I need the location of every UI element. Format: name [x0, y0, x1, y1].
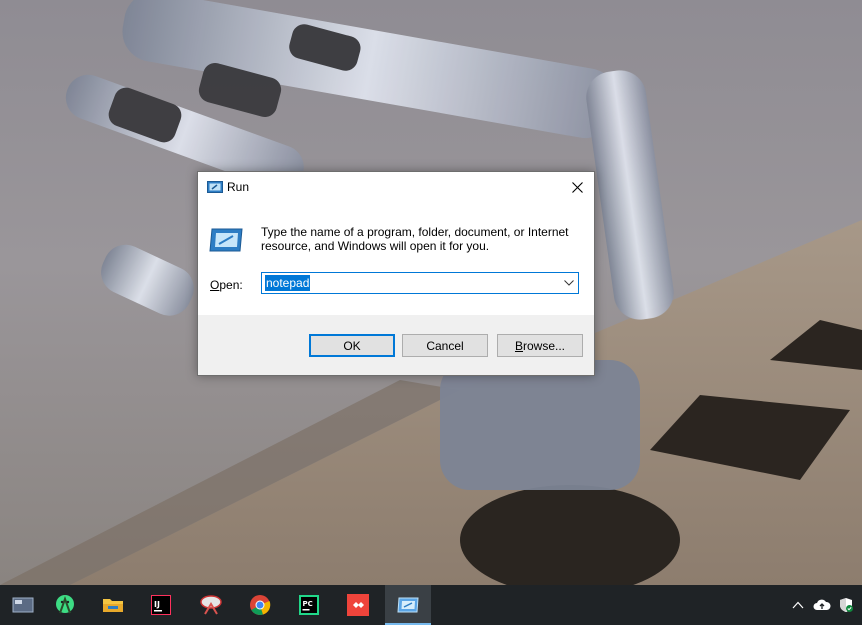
run-icon — [209, 228, 243, 252]
taskbar-run[interactable] — [385, 585, 431, 625]
dropdown-button[interactable] — [562, 276, 576, 290]
taskbar-anydesk[interactable] — [335, 585, 381, 625]
tray-onedrive[interactable] — [810, 585, 834, 625]
chevron-down-icon — [564, 280, 574, 286]
taskbar-pycharm[interactable]: PC — [286, 585, 332, 625]
open-label-accelerator: O — [210, 278, 220, 292]
taskbar-snipping-tool[interactable] — [188, 585, 234, 625]
dialog-title: Run — [227, 180, 250, 194]
svg-text:IJ: IJ — [154, 600, 160, 609]
taskbar-task-view[interactable] — [0, 585, 46, 625]
open-label-text: pen: — [219, 278, 243, 292]
run-icon — [207, 181, 223, 193]
open-input[interactable]: notepad — [265, 275, 311, 291]
close-button[interactable] — [560, 172, 594, 202]
anydesk-icon — [347, 594, 369, 616]
browse-accelerator: B — [514, 338, 523, 353]
run-dialog: Run Type the name of a program, folder, … — [197, 171, 595, 376]
title-bar[interactable]: Run — [198, 172, 594, 202]
ok-button-label: OK — [343, 338, 361, 353]
close-icon — [571, 181, 583, 193]
taskbar: IJ PC — [0, 585, 862, 625]
taskbar-intellij[interactable]: IJ — [138, 585, 184, 625]
pycharm-icon: PC — [299, 595, 319, 615]
taskbar-android-studio[interactable] — [42, 585, 88, 625]
tray-show-hidden[interactable] — [786, 585, 810, 625]
cancel-button-label: Cancel — [426, 338, 464, 353]
chrome-icon — [250, 595, 271, 615]
taskbar-file-explorer[interactable] — [90, 585, 136, 625]
svg-text:PC: PC — [303, 600, 313, 608]
intellij-idea-icon: IJ — [151, 595, 171, 615]
run-app-icon — [397, 597, 419, 613]
open-label: Open: — [210, 278, 243, 292]
tray-security[interactable] — [834, 585, 858, 625]
browse-button[interactable]: Browse... — [497, 334, 583, 357]
dialog-description: Type the name of a program, folder, docu… — [261, 225, 569, 253]
dialog-body: Type the name of a program, folder, docu… — [198, 202, 594, 315]
taskbar-chrome[interactable] — [237, 585, 283, 625]
ok-button[interactable]: OK — [309, 334, 395, 357]
dialog-footer: OK Cancel Browse... — [198, 315, 594, 375]
file-explorer-icon — [103, 599, 123, 612]
cancel-button[interactable]: Cancel — [402, 334, 488, 357]
open-combobox[interactable]: notepad — [261, 272, 579, 294]
browse-button-label: rowse... — [523, 338, 566, 353]
chevron-up-icon — [792, 601, 804, 609]
snipping-tool-icon — [200, 595, 222, 615]
onedrive-icon — [813, 599, 831, 610]
android-studio-icon — [56, 595, 74, 614]
task-view-icon — [12, 597, 34, 613]
windows-security-icon — [840, 598, 853, 612]
